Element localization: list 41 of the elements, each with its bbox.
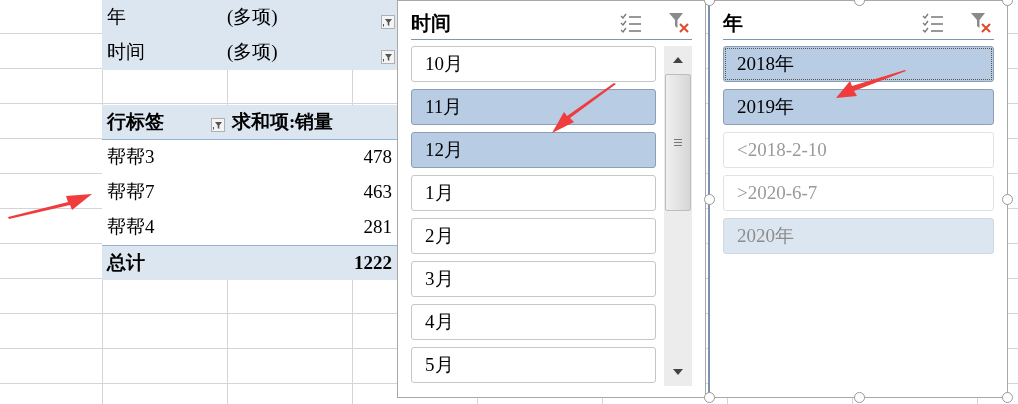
scrollbar[interactable] bbox=[664, 46, 692, 386]
slicer-item[interactable]: 5月 bbox=[411, 347, 656, 383]
filter-field-label: 时间 bbox=[106, 40, 146, 65]
filter-dropdown-button[interactable] bbox=[381, 14, 395, 29]
table-cell-text: 463 bbox=[362, 180, 393, 205]
filter-value: (多项) bbox=[227, 5, 279, 30]
resize-handle[interactable] bbox=[854, 392, 865, 403]
multi-select-icon[interactable] bbox=[922, 13, 944, 33]
slicer-title: 时间 bbox=[411, 11, 452, 36]
slicer-item[interactable]: 1月 bbox=[411, 175, 656, 211]
filter-field-label: 年 bbox=[106, 5, 127, 30]
slicer-item[interactable]: 10月 bbox=[411, 46, 656, 82]
total-label: 总计 bbox=[105, 250, 146, 275]
row-label: 帮帮3 bbox=[106, 145, 156, 170]
slicer-item[interactable]: 12月 bbox=[411, 132, 656, 168]
slicer-title: 年 bbox=[723, 11, 744, 36]
slicer-item[interactable]: 3月 bbox=[411, 261, 656, 297]
row-label: 帮帮4 bbox=[106, 215, 156, 240]
clear-filter-icon[interactable] bbox=[970, 12, 992, 34]
slicer-item[interactable]: 2018年 bbox=[723, 46, 994, 82]
slicer-item[interactable]: 4月 bbox=[411, 304, 656, 340]
resize-handle[interactable] bbox=[1002, 194, 1013, 205]
column-header: 行标签 bbox=[107, 109, 164, 134]
column-header: 求和项:销量 bbox=[230, 109, 334, 134]
slicer-item[interactable]: 2月 bbox=[411, 218, 656, 254]
multi-select-icon[interactable] bbox=[620, 13, 642, 33]
filter-dropdown-button[interactable] bbox=[211, 118, 225, 132]
slicer-item[interactable]: 11月 bbox=[411, 89, 656, 125]
scroll-thumb[interactable] bbox=[665, 74, 691, 211]
resize-handle[interactable] bbox=[704, 194, 715, 205]
total-value: 1222 bbox=[353, 250, 393, 275]
clear-filter-icon[interactable] bbox=[668, 12, 690, 34]
slicer-item[interactable]: 2019年 bbox=[723, 89, 994, 125]
table-cell-text: 281 bbox=[362, 215, 393, 240]
row-label: 帮帮7 bbox=[106, 180, 156, 205]
filter-dropdown-button[interactable] bbox=[381, 49, 395, 64]
table-cell-text: 478 bbox=[362, 145, 393, 170]
annotation-arrow bbox=[550, 82, 618, 136]
resize-handle[interactable] bbox=[704, 392, 715, 403]
resize-handle[interactable] bbox=[1002, 392, 1013, 403]
filter-value: (多项) bbox=[227, 40, 279, 65]
